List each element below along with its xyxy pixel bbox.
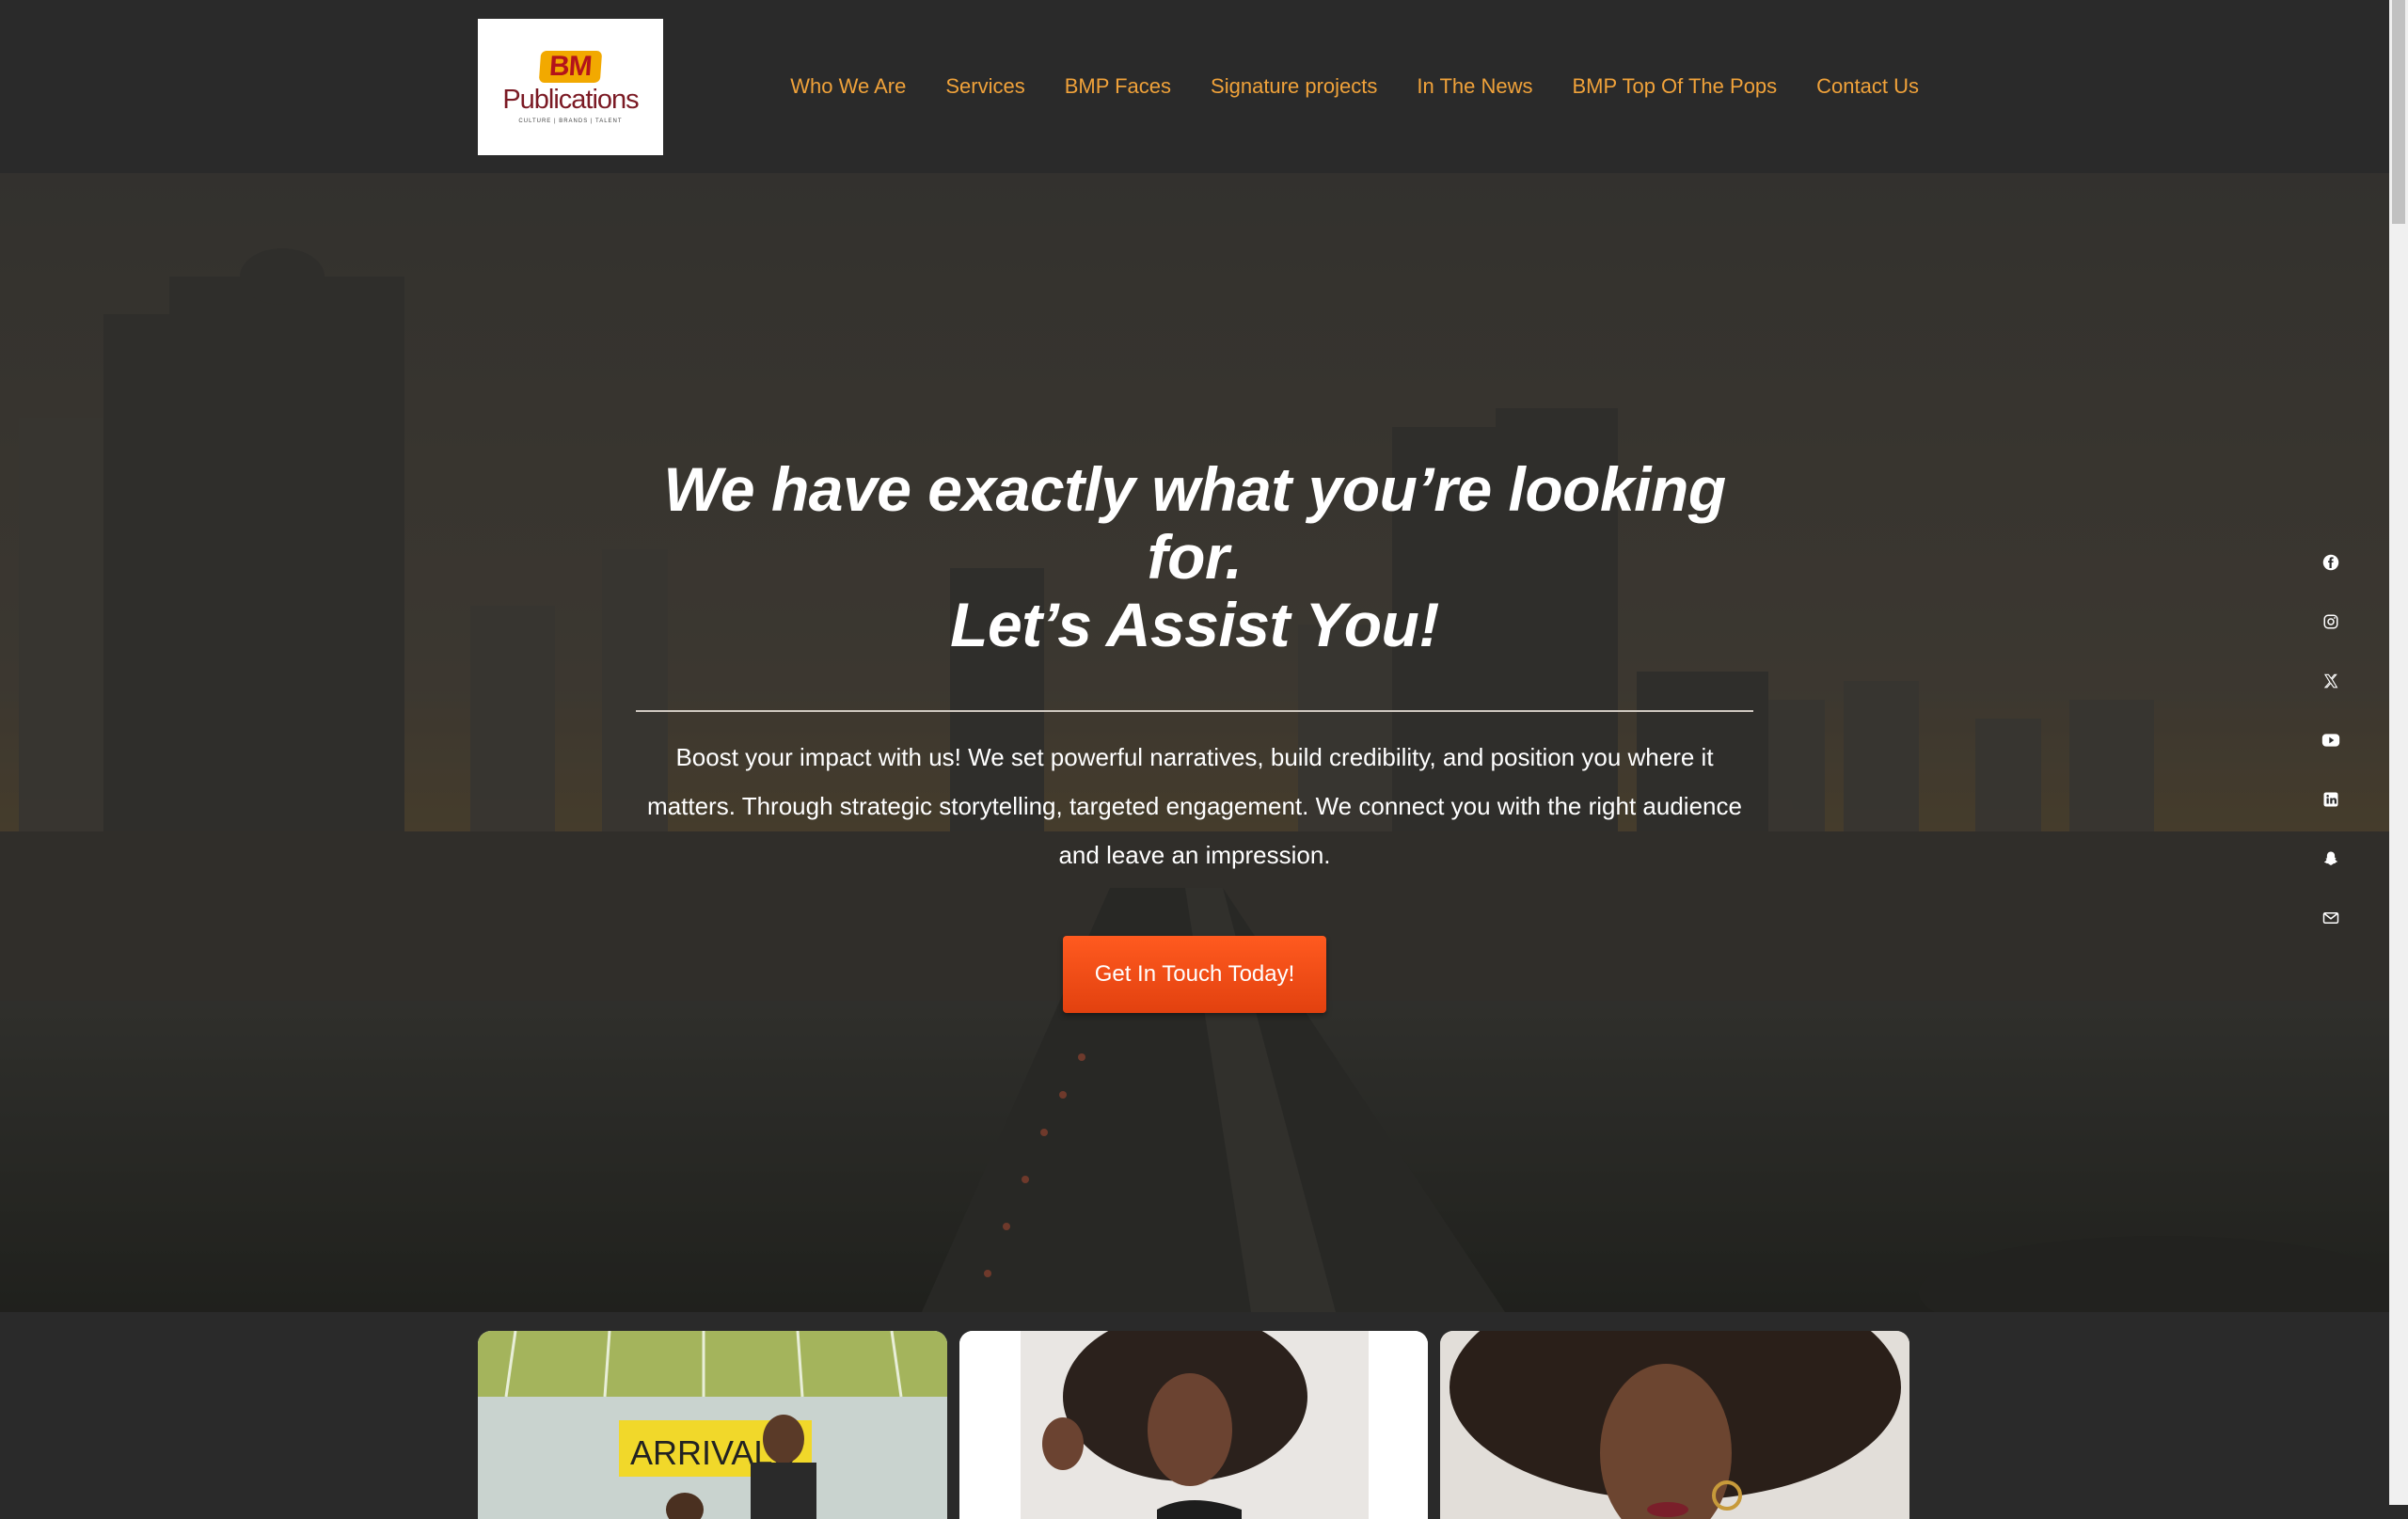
- linkedin-icon[interactable]: [2320, 788, 2342, 811]
- site-logo[interactable]: BM Publications CULTURE | BRANDS | TALEN…: [478, 19, 663, 155]
- hero-title-line2: Let’s Assist You!: [950, 590, 1439, 659]
- hero-divider: [636, 710, 1753, 712]
- card-arrivals[interactable]: ARRIVALS: [478, 1331, 947, 1519]
- card-model-portrait[interactable]: [958, 1331, 1429, 1519]
- youtube-icon[interactable]: [2320, 729, 2342, 752]
- logo-name: Publications: [502, 84, 639, 115]
- nav-services[interactable]: Services: [945, 74, 1024, 99]
- nav-top-of-the-pops[interactable]: BMP Top Of The Pops: [1572, 74, 1777, 99]
- site-header: BM Publications CULTURE | BRANDS | TALEN…: [0, 0, 2389, 173]
- main-nav: Who We Are Services BMP Faces Signature …: [790, 0, 1919, 173]
- facebook-icon[interactable]: [2320, 551, 2342, 574]
- nav-bmp-faces[interactable]: BMP Faces: [1065, 74, 1171, 99]
- logo-mark: BM: [538, 50, 603, 83]
- hero-title-line1: We have exactly what you’re looking for.: [663, 454, 1726, 592]
- hero-section: We have exactly what you’re looking for.…: [0, 173, 2389, 1312]
- hero-content: We have exactly what you’re looking for.…: [635, 455, 1754, 1013]
- hero-description: Boost your impact with us! We set powerf…: [647, 743, 1742, 869]
- x-icon[interactable]: [2320, 670, 2342, 692]
- card-model-closeup[interactable]: [1440, 1331, 1910, 1519]
- scrollbar-thumb[interactable]: [2392, 0, 2405, 224]
- social-links: [2318, 551, 2344, 929]
- get-in-touch-button[interactable]: Get In Touch Today!: [1062, 936, 1327, 1013]
- page-scrollbar[interactable]: [2389, 0, 2408, 1505]
- nav-signature-projects[interactable]: Signature projects: [1211, 74, 1377, 99]
- card-model-image: [958, 1331, 1429, 1519]
- nav-who-we-are[interactable]: Who We Are: [790, 74, 906, 99]
- nav-contact-us[interactable]: Contact Us: [1816, 74, 1919, 99]
- mail-icon[interactable]: [2320, 907, 2342, 929]
- logo-tagline: CULTURE | BRANDS | TALENT: [518, 118, 623, 124]
- card-arrivals-image: ARRIVALS: [478, 1331, 947, 1519]
- nav-in-the-news[interactable]: In The News: [1417, 74, 1532, 99]
- hero-title: We have exactly what you’re looking for.…: [635, 455, 1754, 658]
- instagram-icon[interactable]: [2320, 610, 2342, 633]
- feature-cards: ARRIVALS: [478, 1331, 1910, 1519]
- card-closeup-image: [1440, 1331, 1910, 1519]
- snapchat-icon[interactable]: [2320, 847, 2342, 870]
